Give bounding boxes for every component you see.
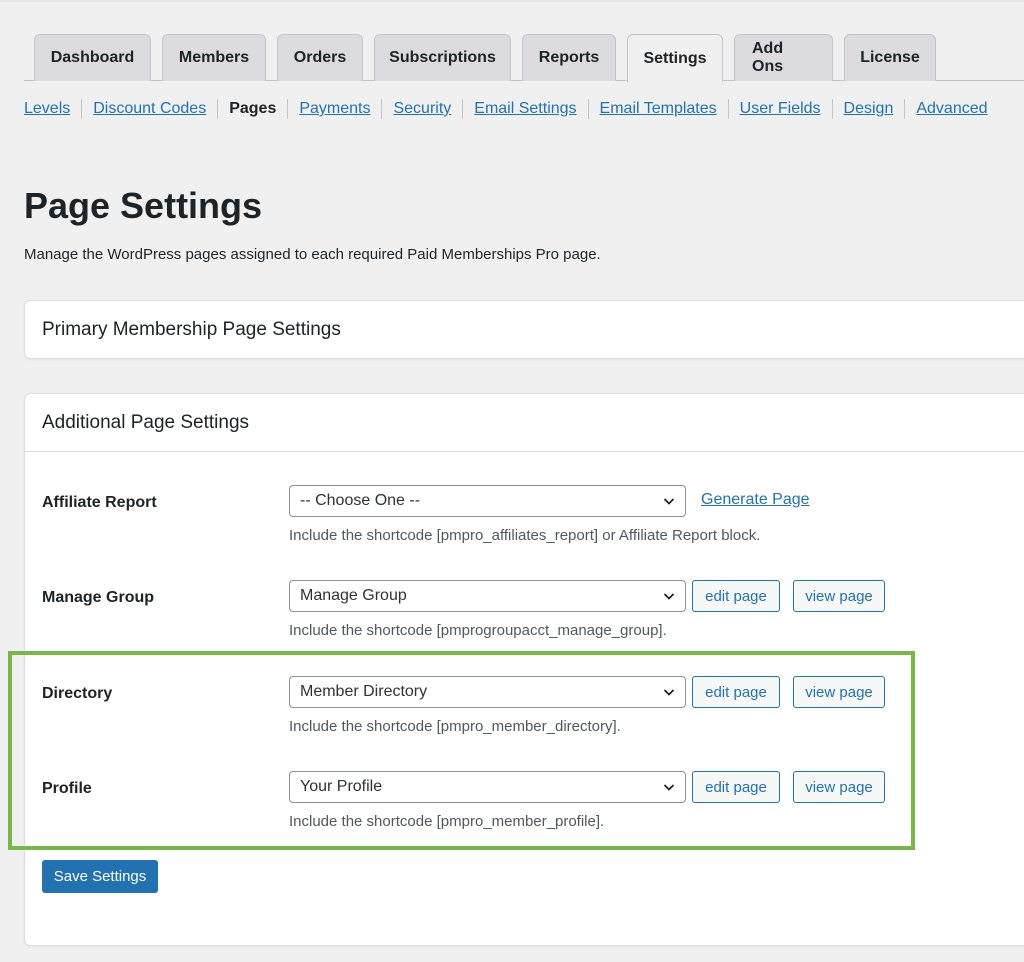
subnav-discount-codes[interactable]: Discount Codes — [93, 98, 206, 120]
select-value: Member Directory — [300, 683, 428, 700]
row-description: Include the shortcode [pmprogroupacct_ma… — [289, 622, 667, 639]
affiliate-report-select[interactable]: -- Choose One -- — [289, 485, 686, 517]
panel-title: Additional Page Settings — [42, 412, 250, 433]
subnav-separator — [381, 99, 383, 119]
directory-select[interactable]: Member Directory — [289, 676, 686, 708]
subnav-email-templates[interactable]: Email Templates — [600, 98, 717, 120]
row-description: Include the shortcode [pmpro_member_dire… — [289, 718, 621, 735]
subnav-levels[interactable]: Levels — [24, 98, 70, 120]
subnav-user-fields[interactable]: User Fields — [740, 98, 821, 120]
tab-reports[interactable]: Reports — [522, 34, 616, 81]
view-page-button[interactable]: view page — [793, 676, 885, 708]
subnav-pages: Pages — [229, 100, 277, 117]
profile-select[interactable]: Your Profile — [289, 771, 686, 803]
subnav-advanced[interactable]: Advanced — [916, 98, 987, 120]
tab-settings[interactable]: Settings — [627, 34, 723, 82]
main-tabs: Dashboard Members Orders Subscriptions R… — [34, 34, 947, 82]
chevron-down-icon — [663, 498, 675, 505]
tab-members[interactable]: Members — [162, 34, 266, 81]
settings-row-directory: Directory Member Directory edit page vie… — [25, 676, 1024, 756]
chevron-down-icon — [663, 593, 675, 600]
chevron-down-icon — [663, 689, 675, 696]
subnav-separator — [587, 99, 589, 119]
edit-page-button[interactable]: edit page — [692, 580, 780, 612]
edit-page-button[interactable]: edit page — [692, 676, 780, 708]
edit-page-button[interactable]: edit page — [692, 771, 780, 803]
row-label: Profile — [42, 780, 92, 797]
tab-add-ons[interactable]: Add Ons — [734, 34, 833, 81]
page-title: Page Settings — [24, 185, 263, 226]
settings-subnav: Levels Discount Codes Pages Payments Sec… — [24, 98, 988, 120]
settings-row-manage-group: Manage Group Manage Group edit page view… — [25, 580, 1024, 660]
page-description: Manage the WordPress pages assigned to e… — [24, 246, 601, 263]
subnav-design[interactable]: Design — [844, 98, 894, 120]
subnav-separator — [831, 99, 833, 119]
settings-row-profile: Profile Your Profile edit page view page… — [25, 771, 1024, 851]
subnav-separator — [81, 99, 83, 119]
tab-orders[interactable]: Orders — [277, 34, 363, 81]
tab-dashboard[interactable]: Dashboard — [34, 34, 151, 81]
row-description: Include the shortcode [pmpro_member_prof… — [289, 813, 605, 830]
subnav-security[interactable]: Security — [393, 98, 451, 120]
settings-row-affiliate-report: Affiliate Report -- Choose One -- Genera… — [25, 485, 1024, 565]
subnav-payments[interactable]: Payments — [299, 98, 370, 120]
panel-divider — [25, 451, 1024, 452]
manage-group-select[interactable]: Manage Group — [289, 580, 686, 612]
panel-title: Primary Membership Page Settings — [42, 319, 341, 340]
chevron-down-icon — [663, 784, 675, 791]
select-value: -- Choose One -- — [300, 492, 421, 509]
row-label: Manage Group — [42, 589, 155, 606]
view-page-button[interactable]: view page — [793, 580, 885, 612]
subnav-email-settings[interactable]: Email Settings — [474, 98, 576, 120]
select-value: Your Profile — [300, 778, 383, 795]
top-border — [0, 0, 1024, 2]
additional-settings-panel: Additional Page Settings Affiliate Repor… — [24, 393, 1024, 946]
row-label: Affiliate Report — [42, 494, 157, 511]
save-settings-button[interactable]: Save Settings — [42, 860, 158, 893]
subnav-separator — [287, 99, 289, 119]
tab-license[interactable]: License — [844, 34, 936, 81]
subnav-separator — [727, 99, 729, 119]
subnav-separator — [217, 99, 219, 119]
generate-page-link[interactable]: Generate Page — [701, 490, 810, 510]
subnav-separator — [462, 99, 464, 119]
tab-subscriptions[interactable]: Subscriptions — [374, 34, 511, 81]
subnav-separator — [904, 99, 906, 119]
view-page-button[interactable]: view page — [793, 771, 885, 803]
primary-settings-panel[interactable]: Primary Membership Page Settings — [24, 300, 1024, 359]
row-label: Directory — [42, 685, 113, 702]
row-description: Include the shortcode [pmpro_affiliates_… — [289, 527, 761, 544]
select-value: Manage Group — [300, 587, 407, 604]
